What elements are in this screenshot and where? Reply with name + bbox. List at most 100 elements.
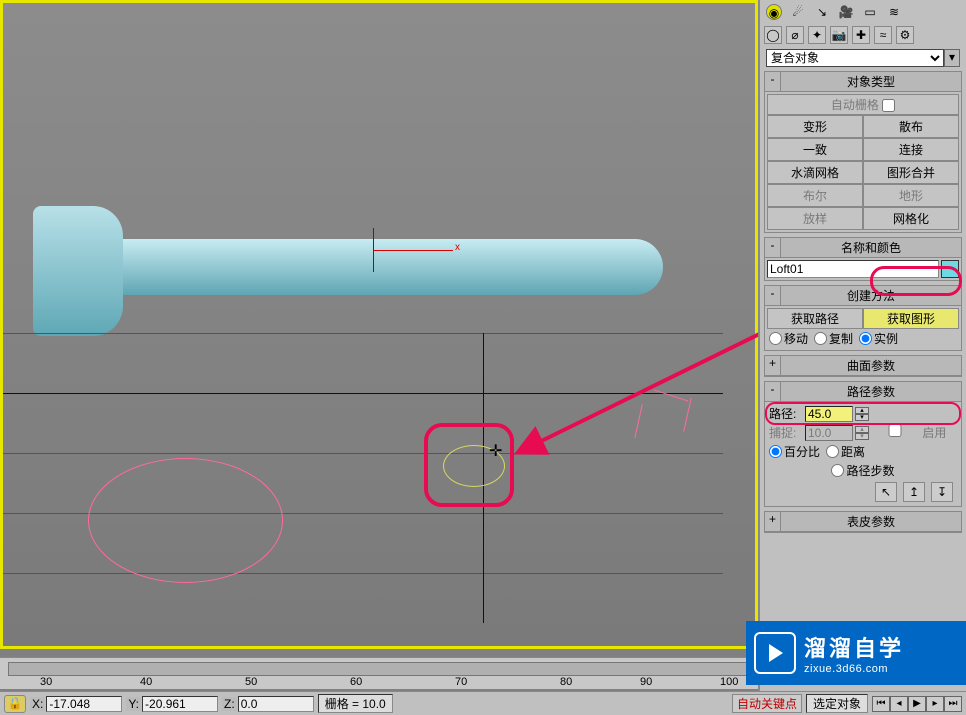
snap-value-input[interactable] [805,425,853,441]
rollout-toggle[interactable]: - [765,286,781,305]
object-name-input[interactable] [767,260,939,278]
prev-shape-icon[interactable]: ↥ [903,482,925,502]
ruler-tick: 40 [140,676,152,688]
command-panel: ◉ ☄ ↘ 🎥 ▭ ≋ ◯ ⌀ ✦ 📷 ✚ ≈ ⚙ 复合对象 ▾ -对象类型 自… [758,0,966,715]
morph-button[interactable]: 变形 [767,115,863,138]
ruler-tick: 60 [350,676,362,688]
object-category-dropdown[interactable]: 复合对象 ▾ [766,49,960,67]
create-tab-icon[interactable]: ◉ [766,4,782,20]
spacewarps-icon[interactable]: ≈ [874,26,892,44]
coord-x: X: [30,696,122,712]
viewport-inner[interactable]: x ✛ [3,3,755,646]
path-value-input[interactable] [805,406,853,422]
path-steps-radio[interactable]: 路径步数 [831,462,894,479]
command-panel-tabs: ◉ ☄ ↘ 🎥 ▭ ≋ [760,0,966,24]
rollout-toggle[interactable]: - [765,72,781,91]
coord-y-input[interactable] [142,696,218,712]
mesher-button[interactable]: 网格化 [863,207,959,230]
coord-z: Z: [222,696,314,712]
loft-head [33,206,123,336]
time-ruler[interactable]: 30 40 50 60 70 80 90 100 [0,657,758,689]
object-category-select[interactable]: 复合对象 [766,49,944,67]
create-category-icons: ◯ ⌀ ✦ 📷 ✚ ≈ ⚙ [760,24,966,46]
pick-shape-icon[interactable]: ↖ [875,482,897,502]
ruler-track[interactable] [8,662,750,676]
snap-row: 捕捉: ▴▾ 启用 [767,423,959,442]
helpers-icon[interactable]: ✚ [852,26,870,44]
move-radio[interactable]: 移动 [769,330,808,347]
modify-tab-icon[interactable]: ☄ [790,4,806,20]
path-value-row: 路径: ▴▾ [767,404,959,423]
auto-grid-checkbox[interactable]: 自动栅格 [767,94,959,115]
selection-set-dropdown[interactable]: 选定对象 [806,694,868,713]
ruler-tick: 90 [640,676,652,688]
next-frame-icon[interactable]: ▸ [926,696,944,712]
blobmesh-button[interactable]: 水滴网格 [767,161,863,184]
instance-radio[interactable]: 实例 [859,330,898,347]
rollout-creation-method: -创建方法 获取路径 获取图形 移动 复制 实例 [764,285,962,351]
axis-x[interactable] [373,250,453,251]
play-icon[interactable]: ▶ [908,696,926,712]
coord-y: Y: [126,696,218,712]
scatter-button[interactable]: 散布 [863,115,959,138]
goto-end-icon[interactable]: ⏭ [944,696,962,712]
object-color-swatch[interactable] [941,260,959,278]
copy-radio[interactable]: 复制 [814,330,853,347]
percentage-radio[interactable]: 百分比 [769,443,820,460]
rollout-skin-params: +表皮参数 [764,511,962,533]
rollout-title: 表皮参数 [781,512,961,531]
cameras-icon[interactable]: 📷 [830,26,848,44]
systems-icon[interactable]: ⚙ [896,26,914,44]
chevron-down-icon[interactable]: ▾ [944,49,960,67]
watermark-title: 溜溜自学 [804,631,904,663]
status-bar: 🔒 X: Y: Z: 栅格 = 10.0 自动关键点 选定对象 ⏮ ◂ ▶ ▸ … [0,691,966,715]
autokey-button[interactable]: 自动关键点 [732,694,802,713]
perspective-viewport[interactable]: x ✛ [0,0,758,649]
lights-icon[interactable]: ✦ [808,26,826,44]
axis-y[interactable] [373,228,374,272]
ruler-tick: 70 [455,676,467,688]
ruler-tick: 50 [245,676,257,688]
ruler-tick: 30 [40,676,52,688]
conform-button[interactable]: 一致 [767,138,863,161]
watermark-logo-icon [754,632,796,674]
rollout-title: 对象类型 [781,72,961,91]
prev-frame-icon[interactable]: ◂ [890,696,908,712]
coord-x-input[interactable] [46,696,122,712]
shape-circle-large[interactable] [88,458,283,583]
geometry-icon[interactable]: ◯ [764,26,782,44]
snap-spinner[interactable]: ▴▾ [855,426,869,440]
loft-button[interactable]: 放样 [767,207,863,230]
distance-radio[interactable]: 距离 [826,443,865,460]
rollout-toggle[interactable]: - [765,238,781,257]
watermark: 溜溜自学 zixue.3d66.com [746,621,966,685]
goto-start-icon[interactable]: ⏮ [872,696,890,712]
rollout-title: 曲面参数 [781,356,961,375]
rollout-title: 创建方法 [781,286,961,305]
axis-x-label: x [455,242,460,253]
next-shape-icon[interactable]: ↧ [931,482,953,502]
rollout-toggle[interactable]: - [765,382,781,401]
path-spinner[interactable]: ▴▾ [855,407,869,421]
shapes-icon[interactable]: ⌀ [786,26,804,44]
coord-z-input[interactable] [238,696,314,712]
ruler-tick: 100 [720,676,738,688]
ruler-tick: 80 [560,676,572,688]
utilities-tab-icon[interactable]: ≋ [886,4,902,20]
shapemerge-button[interactable]: 图形合并 [863,161,959,184]
rollout-surface-params: +曲面参数 [764,355,962,377]
transform-gizmo[interactable]: x [373,228,463,278]
rollout-toggle[interactable]: + [765,512,781,531]
enable-snap-checkbox[interactable]: 启用 [871,424,946,441]
display-tab-icon[interactable]: ▭ [862,4,878,20]
get-path-button[interactable]: 获取路径 [767,308,863,329]
lock-selection-icon[interactable]: 🔒 [4,695,26,713]
boolean-button[interactable]: 布尔 [767,184,863,207]
connect-button[interactable]: 连接 [863,138,959,161]
get-shape-button[interactable]: 获取图形 [863,308,959,329]
hierarchy-tab-icon[interactable]: ↘ [814,4,830,20]
terrain-button[interactable]: 地形 [863,184,959,207]
rollout-title: 路径参数 [781,382,961,401]
motion-tab-icon[interactable]: 🎥 [838,4,854,20]
rollout-toggle[interactable]: + [765,356,781,375]
